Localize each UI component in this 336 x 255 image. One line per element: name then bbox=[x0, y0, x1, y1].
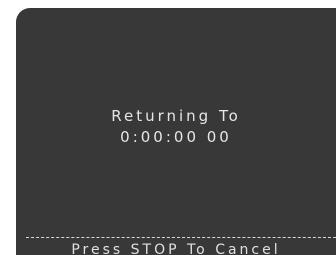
timecode-display: 0:00:00 00 bbox=[120, 128, 232, 146]
footer-divider bbox=[26, 237, 336, 238]
status-screen: Returning To 0:00:00 00 Press STOP To Ca… bbox=[16, 8, 336, 255]
status-message: Returning To bbox=[111, 107, 241, 125]
cancel-hint: Press STOP To Cancel bbox=[71, 242, 281, 255]
